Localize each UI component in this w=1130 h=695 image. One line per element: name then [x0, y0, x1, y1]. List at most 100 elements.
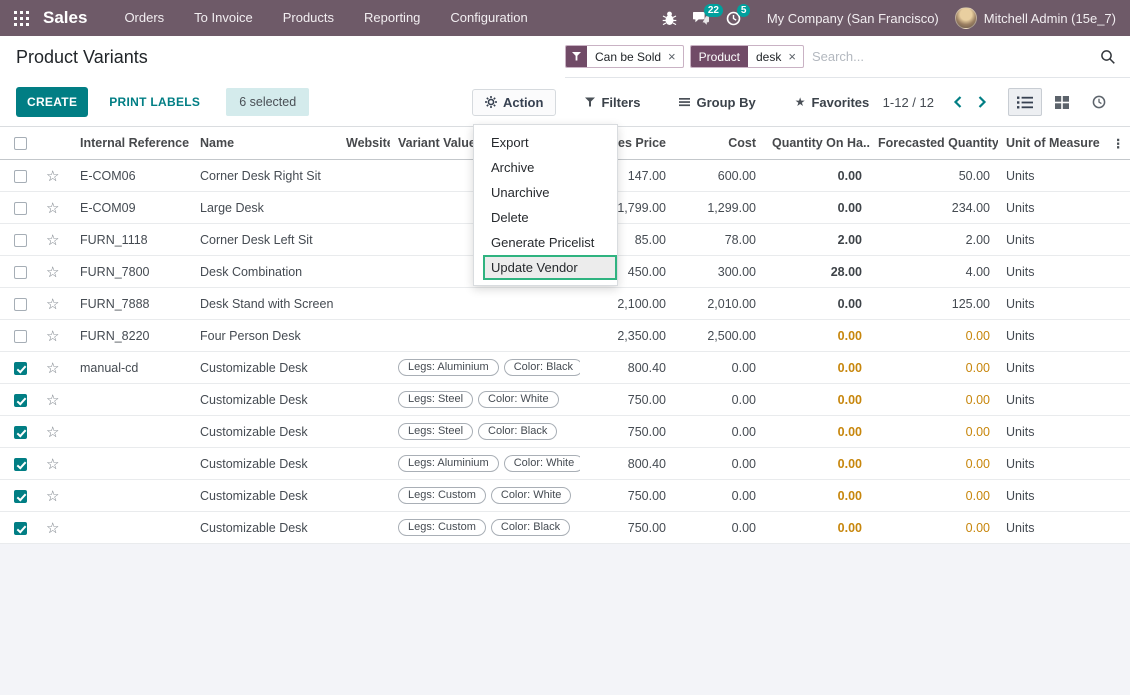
column-header-website[interactable]: Website	[338, 127, 390, 160]
action-menu-item-unarchive[interactable]: Unarchive	[474, 180, 617, 205]
favorite-star-icon[interactable]: ☆	[46, 359, 59, 377]
facet-remove-button[interactable]: ×	[785, 49, 803, 64]
cell-cost: 0.00	[674, 512, 764, 544]
cell-cost: 0.00	[674, 416, 764, 448]
debug-button[interactable]	[662, 11, 677, 26]
messages-button[interactable]: 22	[693, 11, 710, 26]
action-menu-item-update-vendor[interactable]: Update Vendor	[483, 255, 617, 280]
favorite-star-icon[interactable]: ☆	[46, 519, 59, 537]
favorites-button[interactable]: ★ Favorites	[789, 94, 876, 111]
cell-website	[338, 160, 390, 192]
favorites-label: Favorites	[811, 95, 869, 110]
column-header-unit-of-measure[interactable]: Unit of Measure	[998, 127, 1104, 160]
favorite-star-icon[interactable]: ☆	[46, 199, 59, 217]
row-checkbox[interactable]	[14, 394, 27, 407]
search-bar: Can be Sold × Product desk ×	[565, 36, 1130, 78]
cell-name: Desk Stand with Screen	[192, 288, 338, 320]
table-row[interactable]: ☆manual-cdCustomizable DeskLegs: Alumini…	[0, 352, 1130, 384]
row-checkbox[interactable]	[14, 490, 27, 503]
favorite-star-icon[interactable]: ☆	[46, 295, 59, 313]
row-checkbox[interactable]	[14, 234, 27, 247]
row-checkbox[interactable]	[14, 458, 27, 471]
cell-quantity-on-hand: 2.00	[764, 224, 870, 256]
favorite-star-icon[interactable]: ☆	[46, 231, 59, 249]
pager-previous-button[interactable]	[950, 93, 966, 111]
facet-field-label: Product	[691, 46, 748, 67]
favorite-star-icon[interactable]: ☆	[46, 391, 59, 409]
nav-menu-item-to-invoice[interactable]: To Invoice	[179, 0, 268, 36]
row-select-cell	[0, 288, 38, 320]
pager-range[interactable]: 1-12 / 12	[883, 95, 934, 110]
favorite-star-icon[interactable]: ☆	[46, 263, 59, 281]
activities-button[interactable]: 5	[726, 11, 741, 26]
apps-menu-button[interactable]	[12, 9, 31, 28]
cell-options	[1104, 160, 1130, 192]
facet-remove-button[interactable]: ×	[665, 49, 683, 64]
favorite-star-icon[interactable]: ☆	[46, 455, 59, 473]
cell-sales-price: 800.40	[580, 448, 674, 480]
row-checkbox[interactable]	[14, 170, 27, 183]
row-checkbox[interactable]	[14, 362, 27, 375]
column-header-internal-reference[interactable]: Internal Reference	[72, 127, 192, 160]
pager-next-button[interactable]	[974, 93, 990, 111]
cell-forecasted-quantity: 50.00	[870, 160, 998, 192]
view-list-button[interactable]	[1008, 88, 1042, 116]
column-options-icon[interactable]: ⋮	[1104, 127, 1130, 160]
nav-menu-item-orders[interactable]: Orders	[109, 0, 179, 36]
cell-unit-of-measure: Units	[998, 160, 1104, 192]
select-all-checkbox[interactable]	[14, 137, 27, 150]
group-by-button[interactable]: Group By	[673, 94, 761, 111]
cell-name: Customizable Desk	[192, 512, 338, 544]
action-menu-item-generate-pricelist[interactable]: Generate Pricelist	[474, 230, 617, 255]
nav-menu-item-configuration[interactable]: Configuration	[435, 0, 542, 36]
row-checkbox[interactable]	[14, 202, 27, 215]
cell-website	[338, 192, 390, 224]
print-labels-button[interactable]: PRINT LABELS	[103, 94, 206, 110]
action-menu-item-delete[interactable]: Delete	[474, 205, 617, 230]
variant-value-tag: Color: White	[491, 487, 572, 504]
action-menu-item-archive[interactable]: Archive	[474, 155, 617, 180]
nav-menu-item-products[interactable]: Products	[268, 0, 349, 36]
cell-quantity-on-hand: 0.00	[764, 480, 870, 512]
table-row[interactable]: ☆Customizable DeskLegs: SteelColor: Whit…	[0, 384, 1130, 416]
search-facet-product-desk[interactable]: Product desk ×	[690, 45, 804, 68]
table-row[interactable]: ☆Customizable DeskLegs: SteelColor: Blac…	[0, 416, 1130, 448]
column-header-quantity-on-hand[interactable]: Quantity On Ha...	[764, 127, 870, 160]
user-menu[interactable]: Mitchell Admin (15e_7)	[955, 7, 1116, 29]
cell-website	[338, 448, 390, 480]
view-activity-button[interactable]	[1082, 88, 1116, 116]
favorite-star-icon[interactable]: ☆	[46, 487, 59, 505]
bug-icon	[662, 11, 677, 26]
create-button[interactable]: CREATE	[16, 87, 88, 117]
search-facet-can-be-sold[interactable]: Can be Sold ×	[565, 45, 684, 68]
column-header-cost[interactable]: Cost	[674, 127, 764, 160]
action-menu-item-export[interactable]: Export	[474, 130, 617, 155]
row-checkbox[interactable]	[14, 426, 27, 439]
column-header-forecasted-quantity[interactable]: Forecasted Quantity	[870, 127, 998, 160]
row-checkbox[interactable]	[14, 330, 27, 343]
action-button[interactable]: Action	[472, 89, 556, 116]
row-favorite-cell: ☆	[38, 448, 72, 480]
row-checkbox[interactable]	[14, 522, 27, 535]
view-kanban-button[interactable]	[1045, 88, 1079, 116]
search-input[interactable]	[810, 48, 1092, 65]
activity-view-icon	[1092, 95, 1106, 109]
company-switcher[interactable]: My Company (San Francisco)	[767, 11, 939, 26]
filters-button[interactable]: Filters	[579, 94, 646, 111]
favorite-star-icon[interactable]: ☆	[46, 167, 59, 185]
favorite-star-icon[interactable]: ☆	[46, 423, 59, 441]
gear-icon	[485, 96, 497, 108]
app-name[interactable]: Sales	[43, 8, 87, 28]
nav-menu-item-reporting[interactable]: Reporting	[349, 0, 435, 36]
column-header-name[interactable]: Name	[192, 127, 338, 160]
favorite-star-icon[interactable]: ☆	[46, 327, 59, 345]
search-icon[interactable]	[1098, 49, 1118, 65]
table-row[interactable]: ☆FURN_8220Four Person Desk2,350.002,500.…	[0, 320, 1130, 352]
table-row[interactable]: ☆Customizable DeskLegs: CustomColor: Whi…	[0, 480, 1130, 512]
table-row[interactable]: ☆Customizable DeskLegs: CustomColor: Bla…	[0, 512, 1130, 544]
cell-unit-of-measure: Units	[998, 352, 1104, 384]
row-checkbox[interactable]	[14, 266, 27, 279]
table-row[interactable]: ☆Customizable DeskLegs: AluminiumColor: …	[0, 448, 1130, 480]
row-checkbox[interactable]	[14, 298, 27, 311]
table-row[interactable]: ☆FURN_7888Desk Stand with Screen2,100.00…	[0, 288, 1130, 320]
